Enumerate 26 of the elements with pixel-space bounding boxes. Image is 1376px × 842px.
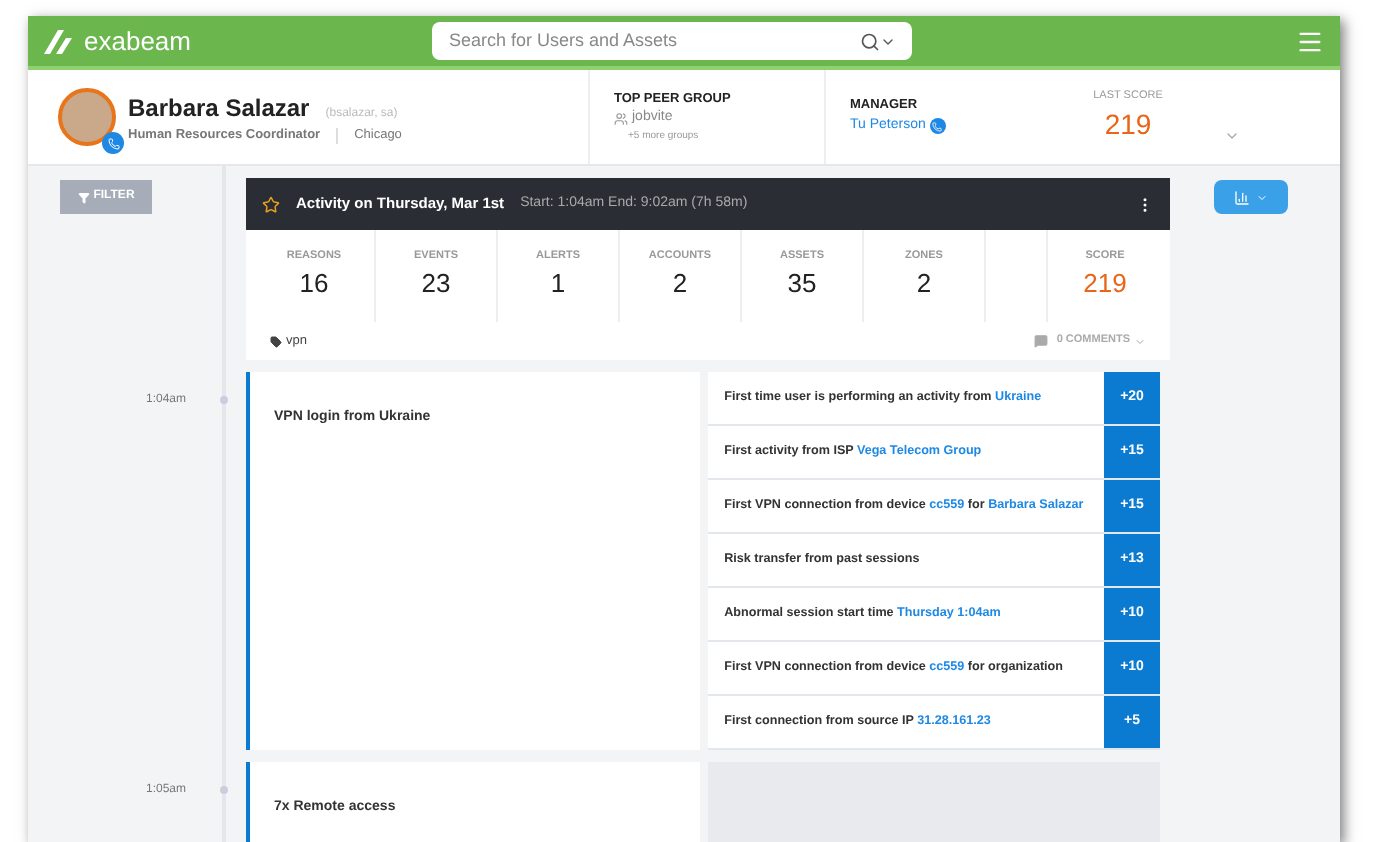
bar-chart-icon — [1233, 189, 1249, 205]
stat-value: 2 — [916, 266, 932, 303]
logo-text: exabeam — [84, 23, 191, 60]
stat-value: 219 — [1083, 266, 1127, 303]
chart-menu-button[interactable] — [1213, 180, 1287, 214]
user-name: Barbara Salazar — [128, 91, 310, 126]
stat-value: 2 — [672, 266, 688, 303]
star-icon[interactable] — [262, 195, 280, 213]
menu-icon[interactable] — [1296, 27, 1324, 55]
last-score-value: 219 — [1104, 106, 1152, 145]
group-icon — [614, 112, 628, 127]
caret-icon — [1255, 191, 1267, 203]
stat-value: 16 — [299, 266, 329, 303]
search-icon[interactable] — [860, 31, 881, 51]
phone-badge-icon — [102, 132, 124, 154]
filter-icon — [77, 191, 90, 203]
search-input[interactable]: Search for Users and Assets — [448, 27, 861, 55]
stat-value: 23 — [421, 266, 451, 303]
phone-icon[interactable] — [929, 118, 946, 135]
logo-icon — [44, 29, 76, 53]
stat-value: 1 — [550, 266, 566, 303]
tag-icon — [270, 335, 282, 347]
comment-icon — [1034, 334, 1049, 348]
search-field[interactable]: Search for Users and Assets — [432, 22, 913, 60]
stat-value: 35 — [787, 266, 817, 303]
avatar — [58, 88, 116, 146]
